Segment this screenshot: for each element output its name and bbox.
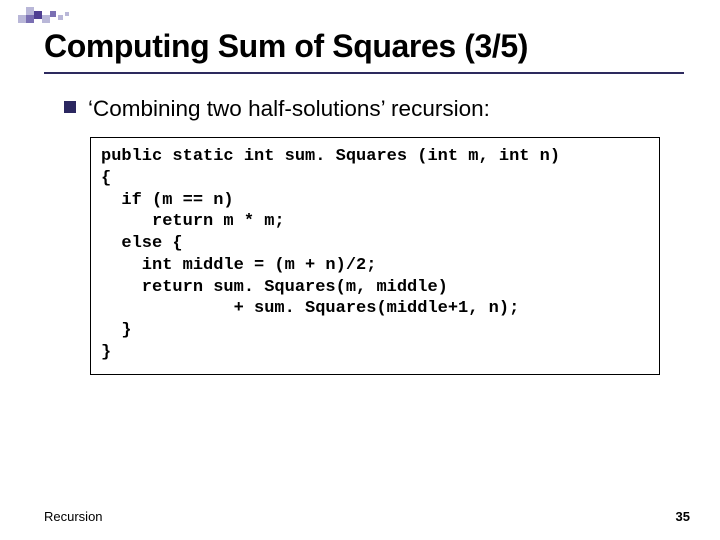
bullet-item: ‘Combining two half-solutions’ recursion… — [64, 94, 680, 123]
code-box: public static int sum. Squares (int m, i… — [90, 137, 660, 375]
square-bullet-icon — [64, 101, 76, 113]
code-block: public static int sum. Squares (int m, i… — [101, 146, 649, 364]
title-area: Computing Sum of Squares (3/5) — [0, 0, 720, 68]
slide-number: 35 — [676, 509, 690, 524]
slide: Computing Sum of Squares (3/5) ‘Combinin… — [0, 0, 720, 540]
body: ‘Combining two half-solutions’ recursion… — [0, 74, 720, 375]
page-title: Computing Sum of Squares (3/5) — [44, 28, 694, 65]
bullet-text: ‘Combining two half-solutions’ recursion… — [88, 94, 490, 123]
footer: Recursion 35 — [44, 509, 690, 524]
footer-left: Recursion — [44, 509, 103, 524]
corner-decoration — [18, 6, 78, 26]
